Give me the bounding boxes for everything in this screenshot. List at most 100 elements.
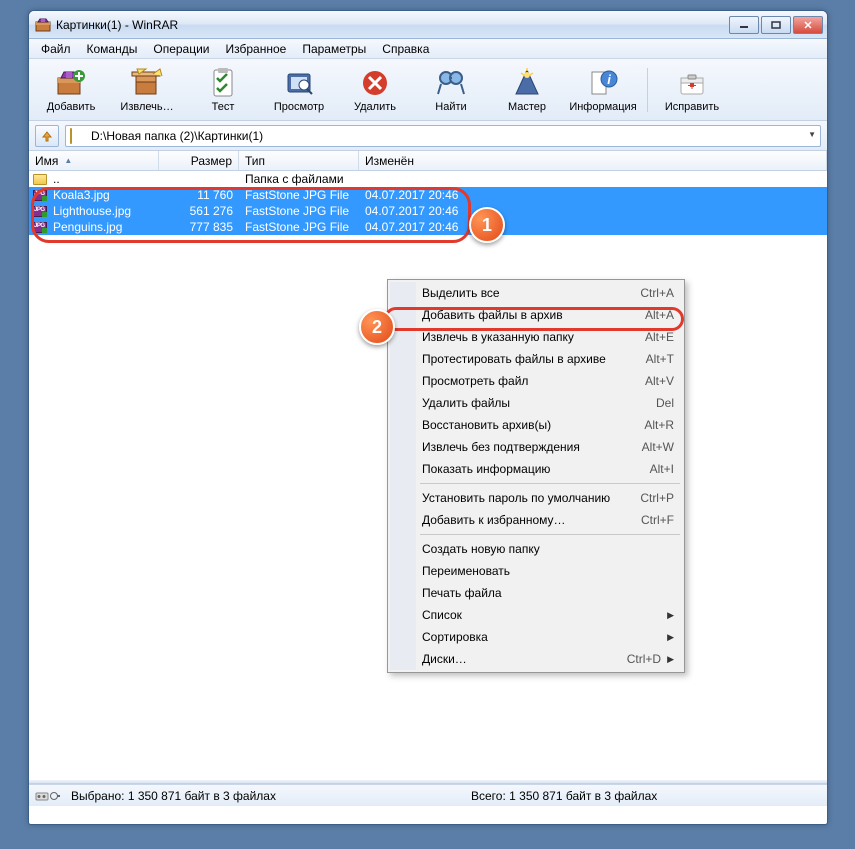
dropdown-arrow-icon[interactable]: ▼: [808, 130, 816, 139]
column-type[interactable]: Тип: [239, 151, 359, 170]
context-menu-separator: [420, 483, 680, 484]
tool-info[interactable]: i Информация: [567, 66, 639, 113]
context-menu: Выделить все Ctrl+A Добавить файлы в арх…: [387, 279, 685, 673]
find-icon: [434, 66, 468, 100]
tool-find[interactable]: Найти: [415, 66, 487, 113]
cm-select-all[interactable]: Выделить все Ctrl+A: [390, 282, 682, 304]
file-row[interactable]: Penguins.jpg 777 835 FastStone JPG File …: [29, 219, 827, 235]
menu-help[interactable]: Справка: [374, 40, 437, 58]
submenu-arrow-icon: ▶: [667, 632, 674, 643]
repair-icon: [675, 66, 709, 100]
cm-show-info[interactable]: Показать информацию Alt+I: [390, 458, 682, 480]
tool-add[interactable]: Добавить: [35, 66, 107, 113]
tool-delete[interactable]: Удалить: [339, 66, 411, 113]
file-row[interactable]: Lighthouse.jpg 561 276 FastStone JPG Fil…: [29, 203, 827, 219]
status-selected: Выбрано: 1 350 871 байт в 3 файлах: [71, 789, 461, 803]
cm-set-password[interactable]: Установить пароль по умолчанию Ctrl+P: [390, 487, 682, 509]
submenu-arrow-icon: ▶: [667, 610, 674, 621]
file-modified: 04.07.2017 20:46: [359, 220, 827, 234]
cm-delete-files[interactable]: Удалить файлы Del: [390, 392, 682, 414]
file-name: Koala3.jpg: [47, 188, 159, 202]
tool-extract[interactable]: Извлечь…: [111, 66, 183, 113]
column-name[interactable]: Имя ▲: [29, 151, 159, 170]
cm-extract-to[interactable]: Извлечь в указанную папку Alt+E: [390, 326, 682, 348]
cm-drives[interactable]: Диски… Ctrl+D ▶: [390, 648, 682, 670]
delete-icon: [358, 66, 392, 100]
file-name: ..: [47, 172, 159, 186]
annotation-callout-2: 2: [359, 309, 395, 345]
file-size: 777 835: [159, 220, 239, 234]
tool-label: Добавить: [47, 101, 96, 113]
cm-rename[interactable]: Переименовать: [390, 560, 682, 582]
window-buttons: [729, 16, 823, 34]
cm-add-to-favorites[interactable]: Добавить к избранному… Ctrl+F: [390, 509, 682, 531]
window-title: Картинки(1) - WinRAR: [56, 18, 729, 32]
minimize-button[interactable]: [729, 16, 759, 34]
extract-icon: [130, 66, 164, 100]
svg-text:i: i: [607, 72, 611, 87]
cm-new-folder[interactable]: Создать новую папку: [390, 538, 682, 560]
file-size: 561 276: [159, 204, 239, 218]
address-bar: D:\Новая папка (2)\Картинки(1) ▼: [29, 121, 827, 151]
jpg-icon: [33, 190, 47, 201]
test-icon: [206, 66, 240, 100]
maximize-button[interactable]: [761, 16, 791, 34]
cm-view-file[interactable]: Просмотреть файл Alt+V: [390, 370, 682, 392]
cm-extract-no-confirm[interactable]: Извлечь без подтверждения Alt+W: [390, 436, 682, 458]
tool-view[interactable]: Просмотр: [263, 66, 335, 113]
menu-file[interactable]: Файл: [33, 40, 79, 58]
cm-repair-archive[interactable]: Восстановить архив(ы) Alt+R: [390, 414, 682, 436]
tool-label: Просмотр: [274, 101, 324, 113]
jpg-icon: [33, 222, 47, 233]
cm-sort[interactable]: Сортировка ▶: [390, 626, 682, 648]
tool-label: Найти: [435, 101, 466, 113]
address-input[interactable]: D:\Новая папка (2)\Картинки(1) ▼: [65, 125, 821, 147]
titlebar: Картинки(1) - WinRAR: [29, 11, 827, 39]
parent-folder-row[interactable]: .. Папка с файлами: [29, 171, 827, 187]
column-modified[interactable]: Изменён: [359, 151, 827, 170]
address-path: D:\Новая папка (2)\Картинки(1): [91, 129, 263, 143]
cm-test-archive[interactable]: Протестировать файлы в архиве Alt+T: [390, 348, 682, 370]
file-type: Папка с файлами: [239, 172, 359, 186]
wizard-icon: [510, 66, 544, 100]
menu-operations[interactable]: Операции: [145, 40, 217, 58]
file-size: 11 760: [159, 188, 239, 202]
up-button[interactable]: [35, 125, 59, 147]
tool-repair[interactable]: Исправить: [656, 66, 728, 113]
toolbar: Добавить Извлечь…: [29, 59, 827, 121]
status-icon: [35, 789, 61, 803]
tool-test[interactable]: Тест: [187, 66, 259, 113]
context-menu-separator: [420, 534, 680, 535]
menu-commands[interactable]: Команды: [79, 40, 146, 58]
file-type: FastStone JPG File: [239, 204, 359, 218]
info-icon: i: [586, 66, 620, 100]
menubar: Файл Команды Операции Избранное Параметр…: [29, 39, 827, 59]
cm-add-to-archive[interactable]: Добавить файлы в архив Alt+A: [390, 304, 682, 326]
close-button[interactable]: [793, 16, 823, 34]
column-size[interactable]: Размер: [159, 151, 239, 170]
menu-options[interactable]: Параметры: [294, 40, 374, 58]
folder-icon: [70, 129, 86, 143]
add-icon: [54, 66, 88, 100]
file-type: FastStone JPG File: [239, 220, 359, 234]
toolbar-separator: [647, 68, 648, 112]
menu-favorites[interactable]: Избранное: [218, 40, 295, 58]
column-headers: Имя ▲ Размер Тип Изменён: [29, 151, 827, 171]
tool-label: Мастер: [508, 101, 546, 113]
app-window: Картинки(1) - WinRAR Файл Команды Операц…: [28, 10, 828, 825]
submenu-arrow-icon: ▶: [667, 654, 674, 665]
cm-list[interactable]: Список ▶: [390, 604, 682, 626]
jpg-icon: [33, 206, 47, 217]
status-total: Всего: 1 350 871 байт в 3 файлах: [471, 789, 821, 803]
tool-label: Информация: [569, 101, 636, 113]
cm-print-file[interactable]: Печать файла: [390, 582, 682, 604]
tool-label: Удалить: [354, 101, 396, 113]
status-bar: Выбрано: 1 350 871 байт в 3 файлах Всего…: [29, 784, 827, 806]
tool-wizard[interactable]: Мастер: [491, 66, 563, 113]
file-modified: 04.07.2017 20:46: [359, 204, 827, 218]
file-modified: 04.07.2017 20:46: [359, 188, 827, 202]
file-row[interactable]: Koala3.jpg 11 760 FastStone JPG File 04.…: [29, 187, 827, 203]
file-name: Penguins.jpg: [47, 220, 159, 234]
view-icon: [282, 66, 316, 100]
file-type: FastStone JPG File: [239, 188, 359, 202]
